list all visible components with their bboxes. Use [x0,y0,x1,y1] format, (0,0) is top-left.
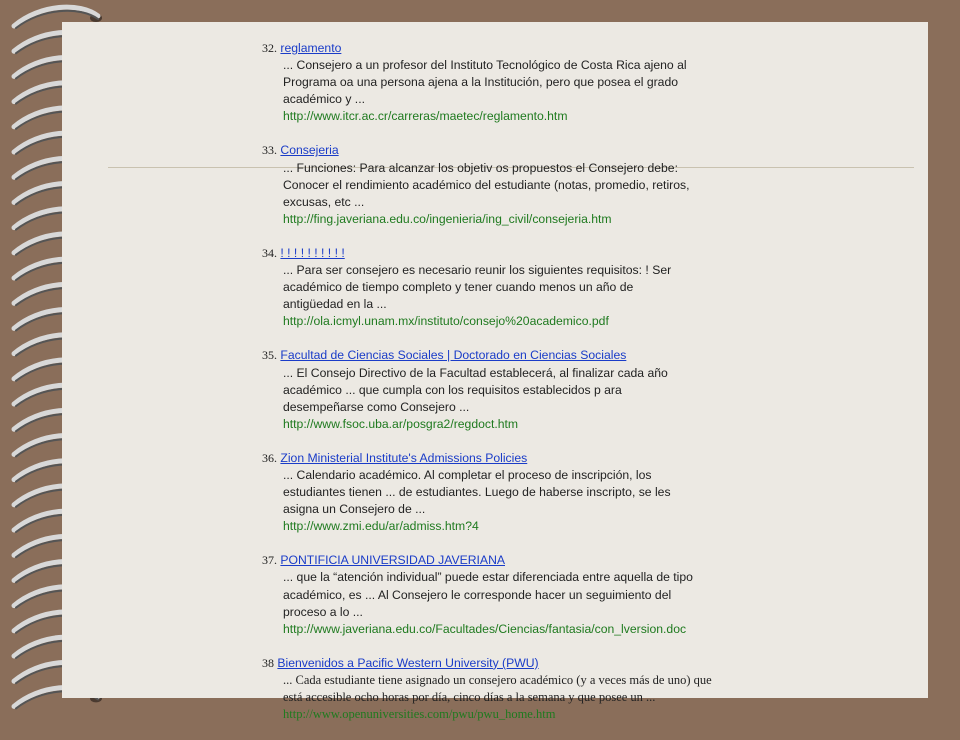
result-snippet-line: está accesible ocho horas por día, cinco… [283,690,656,704]
result-title-link[interactable]: Facultad de Ciencias Sociales | Doctorad… [280,347,720,364]
result-number: 34. [262,245,277,260]
result-title-link[interactable]: Zion Ministerial Institute's Admissions … [280,450,720,467]
result-snippet-line: ... El Consejo Directivo de la Facultad … [283,365,668,380]
result-snippet-line: Programa oa una persona ajena a la Insti… [283,75,679,90]
result-snippet-line: excusas, etc ... [283,194,365,209]
result-snippet-line: ... Para ser consejero es necesario reun… [283,263,672,278]
result-entry: 32. reglamento ... Consejero a un profes… [262,40,732,125]
result-snippet-line: ... Calendario académico. Al completar e… [283,467,652,482]
result-snippet-line: académico de tiempo completo y tener cua… [283,280,634,295]
result-url[interactable]: http://fing.javeriana.edu.co/ingenieria/… [283,211,732,228]
result-snippet-line: desempeñarse como Consejero ... [283,399,470,414]
result-snippet-line: antigüedad en la ... [283,297,387,312]
result-url[interactable]: http://www.openuniversities.com/pwu/pwu_… [283,706,732,723]
result-number: 37. [262,553,277,568]
result-number: 38 [262,655,274,670]
result-url[interactable]: http://www.zmi.edu/ar/admiss.htm?4 [283,518,732,535]
result-number: 35. [262,348,277,363]
result-url[interactable]: http://www.itcr.ac.cr/carreras/maetec/re… [283,108,732,125]
result-snippet-line: ... Consejero a un profesor del Institut… [283,58,687,73]
result-snippet-line: académico ... que cumpla con los requisi… [283,382,622,397]
result-url[interactable]: http://www.javeriana.edu.co/Facultades/C… [283,621,732,638]
result-snippet-line: Conocer el rendimiento académico del est… [283,177,690,192]
result-number: 33. [262,143,277,158]
result-entry: 34. ! ! ! ! ! ! ! ! ! ! ... Para ser con… [262,245,732,330]
result-entry: 33. Consejeria ... Funciones: Para alcan… [262,142,732,227]
result-title-link[interactable]: Consejeria [280,142,340,159]
result-entry: 37. PONTIFICIA UNIVERSIDAD JAVERIANA ...… [262,552,732,637]
result-entry: 36. Zion Ministerial Institute's Admissi… [262,450,732,535]
result-number: 36. [262,450,277,465]
result-snippet-line: estudiantes tienen ... de estudiantes. L… [283,485,671,500]
result-title-link[interactable]: PONTIFICIA UNIVERSIDAD JAVERIANA [280,552,720,569]
result-snippet-line: académico y ... [283,92,365,107]
search-results-list: 32. reglamento ... Consejero a un profes… [262,40,732,740]
result-entry: 38 Bienvenidos a Pacific Western Univers… [262,655,732,723]
result-snippet-line: académico, es ... Al Consejero le corres… [283,587,672,602]
result-snippet-line: ... Cada estudiante tiene asignado un co… [283,672,712,687]
result-entry: 35. Facultad de Ciencias Sociales | Doct… [262,347,732,432]
result-snippet-line: asigna un Consejero de ... [283,502,426,517]
result-number: 32. [262,41,277,55]
result-snippet-line: proceso a lo ... [283,604,363,619]
result-title-link[interactable]: reglamento [280,40,343,57]
result-url[interactable]: http://ola.icmyl.unam.mx/instituto/conse… [283,313,732,330]
result-title-link[interactable]: ! ! ! ! ! ! ! ! ! ! [280,245,720,262]
result-url[interactable]: http://www.fsoc.uba.ar/posgra2/regdoct.h… [283,416,732,433]
result-snippet-line: ... que la “atención individual” puede e… [283,570,693,585]
result-title-link[interactable]: Bienvenidos a Pacific Western University… [277,655,717,672]
result-snippet-line: ... Funciones: Para alcanzar los objetiv… [283,160,678,175]
